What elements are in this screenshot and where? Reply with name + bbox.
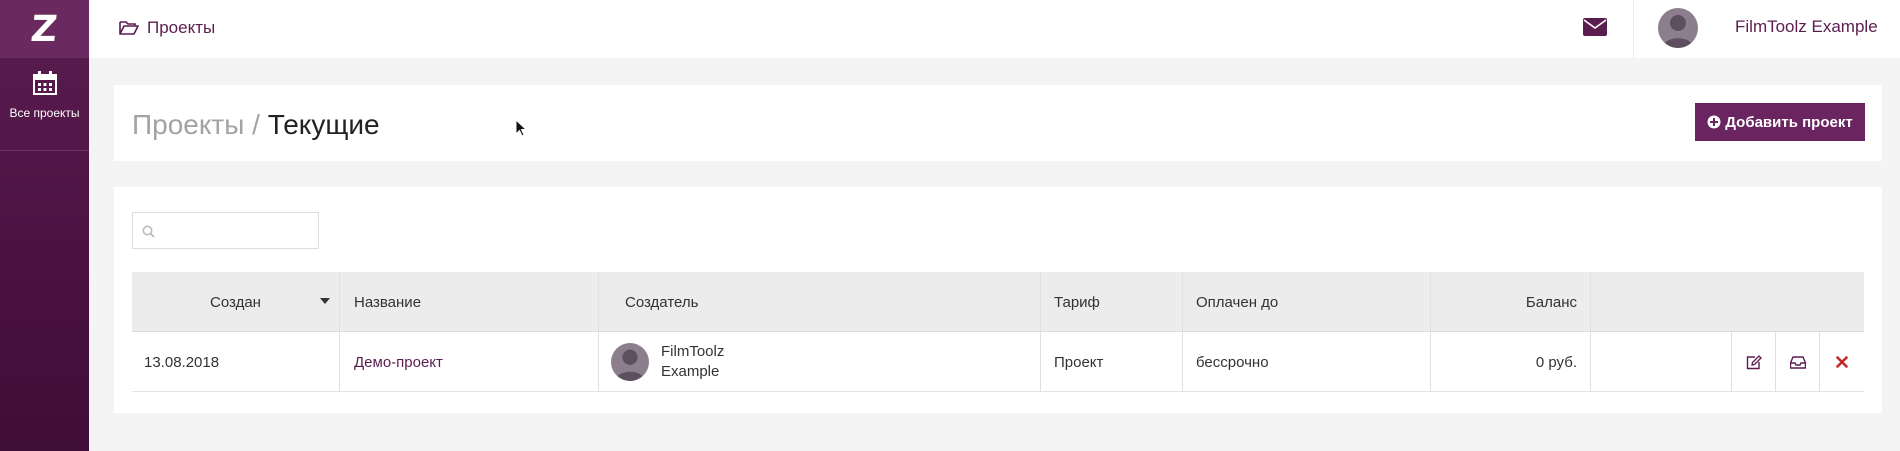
cell-tariff: Проект (1041, 332, 1183, 392)
creator-last-name: Example (661, 363, 720, 380)
column-header-balance[interactable]: Баланс (1431, 272, 1591, 332)
cell-name: Демо-проект (340, 332, 599, 392)
folder-open-icon (119, 21, 139, 35)
app-logo[interactable]: Z (0, 0, 89, 58)
column-label: Название (354, 293, 422, 311)
top-bar: Проекты FilmToolz Example (89, 0, 1900, 58)
creator-first-name: FilmToolz (661, 343, 725, 360)
sidebar: Z Все проекты (0, 0, 89, 451)
column-header-created[interactable]: Создан (132, 272, 340, 332)
sidebar-item-all-projects[interactable]: Все проекты (0, 58, 89, 151)
sidebar-item-label: Все проекты (9, 106, 80, 120)
column-header-actions (1591, 272, 1864, 332)
delete-button[interactable] (1820, 332, 1864, 392)
envelope-icon (1583, 18, 1607, 36)
top-section-label: Проекты (147, 18, 216, 37)
user-silhouette-icon (615, 349, 645, 381)
column-label: Создатель (625, 293, 699, 311)
calendar-icon (32, 71, 57, 95)
cell-paid-until: бессрочно (1183, 332, 1431, 392)
creator-name: FilmToolz Example (661, 342, 724, 382)
archive-button[interactable] (1776, 332, 1820, 392)
column-label: Тариф (1054, 293, 1100, 311)
inbox-icon (1789, 355, 1806, 369)
title-panel: Проекты / Текущие Добавить проект (114, 85, 1882, 161)
title-separator: / (252, 109, 260, 140)
title-parent-link[interactable]: Проекты (132, 109, 244, 140)
avatar[interactable] (1658, 8, 1698, 48)
column-label: Создан (210, 293, 261, 311)
mouse-cursor-icon (515, 119, 527, 137)
table-row: 13.08.2018 Демо-проект FilmToolz Example… (132, 332, 1864, 392)
column-label: Баланс (1525, 293, 1577, 311)
cell-balance: 0 руб. (1431, 332, 1591, 392)
table-header: Создан Название Создатель Тариф Оплачен … (132, 272, 1864, 332)
avatar (611, 343, 649, 381)
cell-creator: FilmToolz Example (599, 332, 1041, 392)
search-input[interactable] (132, 212, 319, 249)
column-label: Оплачен до (1196, 293, 1279, 311)
plus-circle-icon (1707, 115, 1721, 129)
divider (1633, 0, 1634, 58)
top-breadcrumb[interactable]: Проекты (119, 18, 215, 38)
edit-icon (1746, 354, 1762, 369)
column-header-name[interactable]: Название (340, 272, 599, 332)
column-header-tariff[interactable]: Тариф (1041, 272, 1183, 332)
page-title: Проекты / Текущие (132, 109, 380, 141)
cell-created: 13.08.2018 (132, 332, 340, 392)
search-icon (142, 225, 155, 238)
edit-button[interactable] (1732, 332, 1776, 392)
projects-panel: Создан Название Создатель Тариф Оплачен … (114, 187, 1882, 413)
mail-button[interactable] (1583, 18, 1607, 41)
sort-down-icon (320, 298, 330, 304)
add-project-button[interactable]: Добавить проект (1695, 103, 1865, 141)
project-link[interactable]: Демо-проект (354, 354, 443, 371)
add-project-label: Добавить проект (1725, 113, 1853, 131)
cell-spacer (1591, 332, 1732, 392)
column-header-creator[interactable]: Создатель (599, 272, 1041, 332)
title-current: Текущие (267, 109, 380, 140)
column-header-paid-until[interactable]: Оплачен до (1183, 272, 1431, 332)
close-icon (1836, 356, 1848, 368)
user-silhouette-icon (1663, 15, 1693, 48)
logo-text: Z (29, 8, 60, 50)
user-name[interactable]: FilmToolz Example (1735, 17, 1878, 37)
